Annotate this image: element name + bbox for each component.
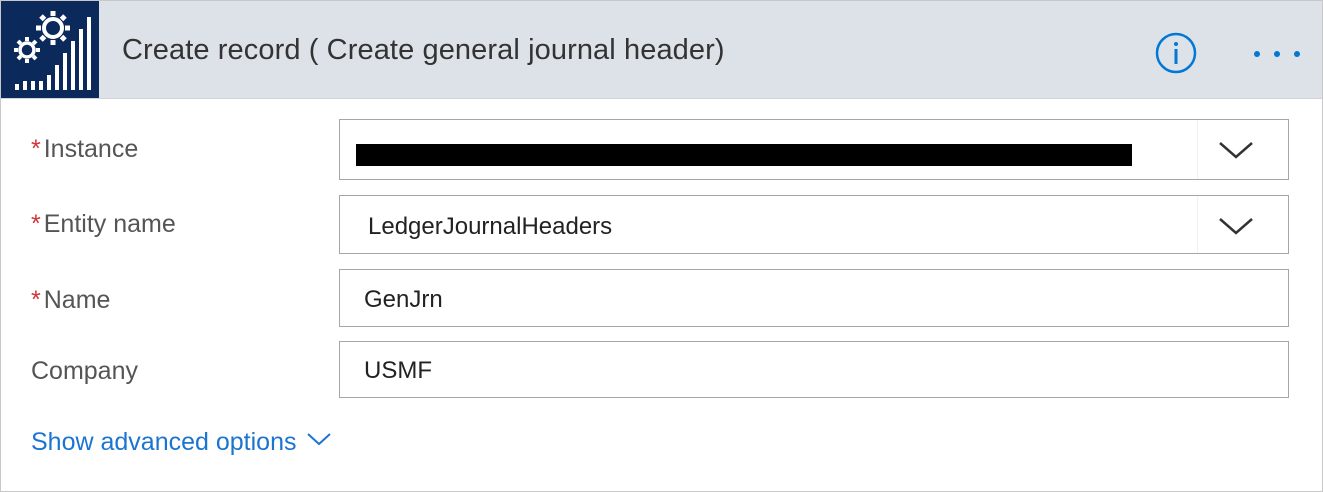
entity-name-dropdown-toggle[interactable] <box>1197 196 1288 253</box>
show-advanced-options-link[interactable]: Show advanced options <box>31 428 332 457</box>
required-marker: * <box>31 286 41 314</box>
more-options-button[interactable] <box>1249 39 1305 69</box>
company-input[interactable]: USMF <box>339 341 1289 398</box>
required-marker: * <box>31 135 41 163</box>
instance-label: * Instance <box>31 135 139 163</box>
name-label: * Name <box>31 286 111 314</box>
instance-dropdown-toggle[interactable] <box>1197 120 1288 179</box>
action-card: Create record ( Create general journal h… <box>0 0 1323 492</box>
entity-name-value: LedgerJournalHeaders <box>368 213 613 240</box>
redacted-instance-value <box>356 144 1132 166</box>
action-title: Create record ( Create general journal h… <box>122 34 725 66</box>
company-value: USMF <box>364 357 432 384</box>
company-label: Company <box>31 357 138 385</box>
advanced-options-label: Show advanced options <box>31 428 297 456</box>
instance-dropdown[interactable] <box>339 119 1289 180</box>
action-header[interactable]: Create record ( Create general journal h… <box>1 1 1322 99</box>
required-marker: * <box>31 210 41 238</box>
name-value: GenJrn <box>364 286 443 313</box>
info-button[interactable] <box>1155 32 1197 74</box>
name-input[interactable]: GenJrn <box>339 269 1289 327</box>
entity-name-dropdown[interactable]: LedgerJournalHeaders <box>339 195 1289 254</box>
chevron-down-icon <box>1219 218 1253 235</box>
connector-logo <box>1 1 99 98</box>
chevron-down-icon <box>1219 142 1253 159</box>
info-icon <box>1155 32 1197 74</box>
chevron-down-icon <box>307 433 332 446</box>
entity-name-label: * Entity name <box>31 210 176 238</box>
more-options-icon <box>1254 51 1300 57</box>
gears-bar-chart-icon <box>14 11 91 90</box>
